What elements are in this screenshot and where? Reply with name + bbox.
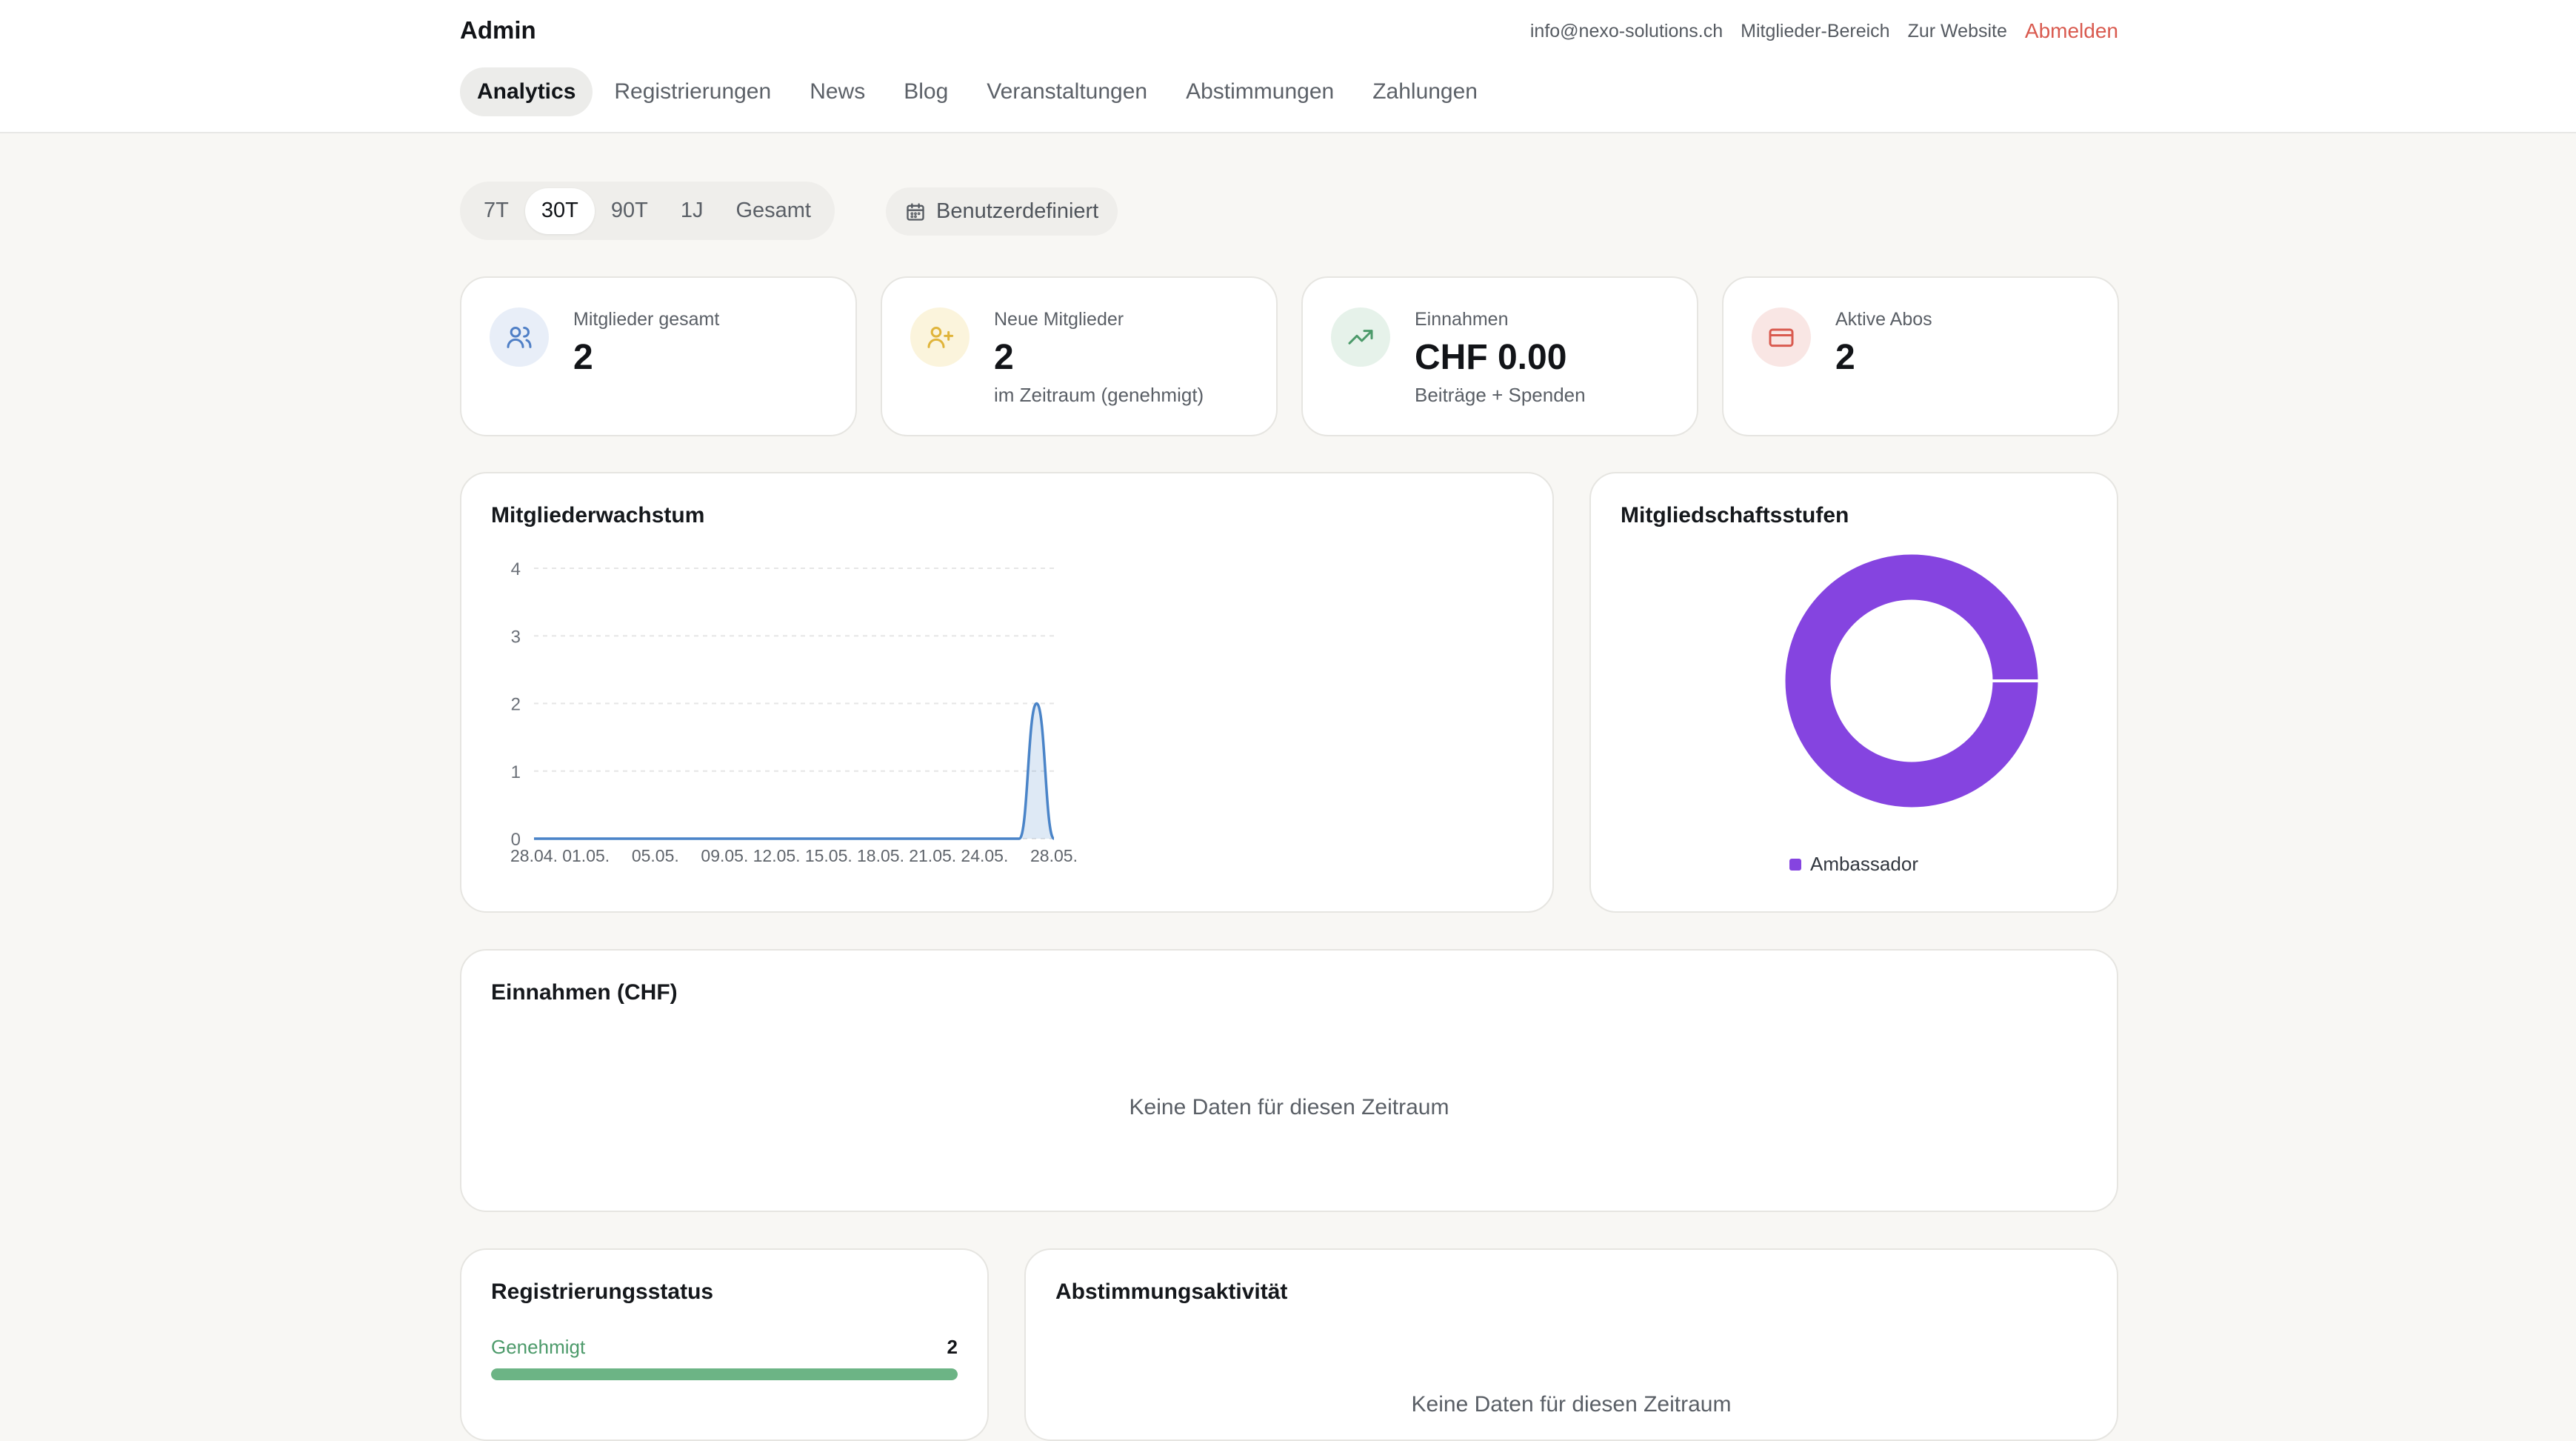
range-gesamt-button[interactable]: Gesamt [719,188,827,234]
registration-status-card: Registrierungsstatus Genehmigt 2 [460,1248,989,1441]
trending-up-icon [1331,307,1390,367]
tab-veranstaltungen[interactable]: Veranstaltungen [970,67,1164,116]
x-tick-label: 28.04. [510,846,558,865]
logout-link[interactable]: Abmelden [2025,19,2118,43]
x-tick-label: 15.05. [805,846,852,865]
credit-card-icon [1752,307,1811,367]
tab-abstimmungen[interactable]: Abstimmungen [1169,67,1351,116]
status-label: Genehmigt [491,1336,586,1358]
x-tick-label: 24.05. [961,846,1008,865]
tab-analytics[interactable]: Analytics [460,67,593,116]
kpi-value: 2 [1835,338,1855,377]
kpi-value: 2 [573,338,593,377]
account-email-link[interactable]: info@nexo-solutions.ch [1530,21,1723,42]
registration-status-title: Registrierungsstatus [491,1279,714,1304]
users-icon [490,307,549,367]
range-90t-button[interactable]: 90T [595,188,664,234]
kpi-sub: Beiträge + Spenden [1415,384,1586,406]
top-links: info@nexo-solutions.ch Mitglieder-Bereic… [1530,19,2118,43]
kpi-label: Einnahmen [1415,309,1509,330]
x-tick-label: 05.05. [632,846,679,865]
kpi-card-new-members: Neue Mitglieder 2 im Zeitraum (genehmigt… [881,276,1278,436]
kpi-value: 2 [994,338,1014,377]
range-30t-button[interactable]: 30T [524,187,595,234]
user-plus-icon [910,307,970,367]
revenue-card: Einnahmen (CHF) Keine Daten für diesen Z… [460,949,2118,1212]
voting-activity-title: Abstimmungsaktivität [1055,1279,1288,1304]
tab-news[interactable]: News [793,67,882,116]
custom-range-button[interactable]: Benutzerdefiniert [886,187,1118,236]
kpi-card-total-members: Mitglieder gesamt 2 [460,276,857,436]
kpi-label: Neue Mitglieder [994,309,1124,330]
range-7t-button[interactable]: 7T [467,188,525,234]
legend-swatch [1789,858,1802,871]
calendar-icon [907,202,924,221]
status-progress-bar [491,1368,958,1380]
growth-chart: 0123428.04. 01.05. 05.05. 09.05. 12.05. 15.05… [510,559,1078,865]
legend-label-ambassador: Ambassador [1810,853,1918,875]
y-tick-label: 3 [511,627,521,647]
website-link[interactable]: Zur Website [1908,21,2007,42]
main-nav: Analytics Registrierungen News Blog Vera… [460,67,1499,116]
revenue-title: Einnahmen (CHF) [491,980,678,1005]
tiers-legend: Ambassador [1591,853,2117,876]
tab-zahlungen[interactable]: Zahlungen [1355,67,1495,116]
kpi-sub: im Zeitraum (genehmigt) [994,384,1204,406]
kpi-card-revenue: Einnahmen CHF 0.00 Beiträge + Spenden [1301,276,1698,436]
brand-title: Admin [460,16,536,44]
growth-chart-card: Mitgliederwachstum 0 1 2 3 4 28.04. 01.05. 05.0… [460,472,1554,913]
y-tick-label: 1 [511,762,521,782]
revenue-empty-text: Keine Daten für diesen Zeitraum [1129,1095,1449,1119]
kpi-value: CHF 0.00 [1415,338,1567,377]
y-tick-label: 4 [511,559,521,579]
status-count: 2 [947,1336,958,1358]
donut-slice-ambassador[interactable] [1785,554,2038,808]
range-1j-button[interactable]: 1J [664,188,720,234]
voting-empty-text: Keine Daten für diesen Zeitraum [1411,1392,1732,1417]
x-tick-label: 12.05. [753,846,801,865]
status-progress-fill [491,1368,958,1380]
tab-registrierungen[interactable]: Registrierungen [597,67,788,116]
x-tick-label: 01.05. [562,846,610,865]
x-tick-label: 28.05. [1030,846,1078,865]
tiers-donut-chart [1785,554,2039,808]
status-row-approved: Genehmigt 2 [491,1336,958,1359]
x-tick-label: 21.05. [909,846,956,865]
custom-range-label: Benutzerdefiniert [936,199,1099,223]
members-area-link[interactable]: Mitglieder-Bereich [1741,21,1889,42]
kpi-label: Mitglieder gesamt [573,309,720,330]
range-selector: 7T 30T 90T 1J Gesamt [460,182,835,240]
tiers-chart-card: Mitgliedschaftsstufen Ambassador [1589,472,2118,913]
top-header: Admin info@nexo-solutions.ch Mitglieder-… [0,0,2576,133]
voting-activity-card: Abstimmungsaktivität Keine Daten für die… [1024,1248,2118,1441]
kpi-card-active-subscriptions: Aktive Abos 2 [1722,276,2119,436]
x-tick-label: 18.05. [857,846,904,865]
y-tick-label: 2 [511,695,521,715]
tab-blog[interactable]: Blog [887,67,965,116]
x-tick-label: 09.05. [701,846,748,865]
kpi-label: Aktive Abos [1835,309,1932,330]
